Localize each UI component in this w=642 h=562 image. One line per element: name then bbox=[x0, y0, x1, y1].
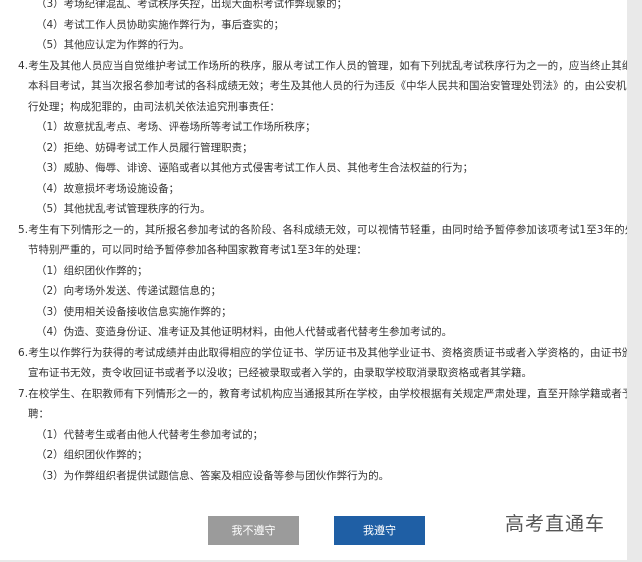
list-item: （5）其他扰乱考试管理秩序的行为。 bbox=[36, 203, 211, 215]
rule-paragraph-5-cont: 节特别严重的，可以同时给予暂停参加各种国家教育考试1至3年的处理： bbox=[28, 244, 367, 256]
agree-button[interactable]: 我遵守 bbox=[334, 516, 425, 545]
rule-paragraph-7-cont: 聘： bbox=[28, 408, 49, 420]
scrollbar[interactable] bbox=[627, 0, 642, 562]
list-item: （4）故意损坏考场设施设备； bbox=[36, 182, 180, 195]
list-item: （5）其他应认定为作弊的行为。 bbox=[36, 39, 190, 51]
rule-paragraph-6-cont: 宣布证书无效，责令收回证书或者予以没收；已经被录取或者入学的，由录取学校取消录取… bbox=[28, 367, 532, 379]
list-item: （1）故意扰乱考点、考场、评卷场所等考试工作场所秩序； bbox=[36, 121, 316, 133]
rule-paragraph-5: 5.考生有下列情形之一的，其所报名参加考试的各阶段、各科成绩无效，可以视情节轻重… bbox=[18, 223, 627, 236]
list-item: （3）使用相关设备接收信息实施作弊的； bbox=[36, 305, 232, 318]
disagree-button[interactable]: 我不遵守 bbox=[208, 516, 299, 545]
rule-paragraph-4: 4.考生及其他人员应当自觉维护考试工作场所的秩序，服从考试工作人员的管理，如有下… bbox=[18, 59, 627, 72]
rules-content: （3）考场纪律混乱、考试秩序失控，出现大面积考试作弊现象的； （4）考试工作人员… bbox=[0, 0, 627, 486]
list-item: （1）组织团伙作弊的； bbox=[36, 264, 148, 277]
rule-paragraph-4-cont: 本科目考试，其当次报名参加考试的各科成绩无效；考生及其他人员的行为违反《中华人民… bbox=[28, 80, 627, 92]
watermark-text: 高考直通车 bbox=[505, 513, 606, 535]
list-item: （3）威胁、侮辱、诽谤、诬陷或者以其他方式侵害考试工作人员、其他考生合法权益的行… bbox=[36, 162, 474, 174]
rules-panel: （3）考场纪律混乱、考试秩序失控，出现大面积考试作弊现象的； （4）考试工作人员… bbox=[0, 0, 627, 560]
rule-paragraph-4-cont: 行处理；构成犯罪的，由司法机关依法追究刑事责任： bbox=[28, 100, 280, 113]
list-item: （3）为作弊组织者提供试题信息、答案及相应设备等参与团伙作弊行为的。 bbox=[36, 469, 390, 482]
list-item: （3）考场纪律混乱、考试秩序失控，出现大面积考试作弊现象的； bbox=[36, 0, 348, 10]
list-item: （1）代替考生或者由他人代替考生参加考试的； bbox=[36, 428, 264, 441]
list-item: （4）考试工作人员协助实施作弊行为，事后查实的； bbox=[36, 18, 285, 31]
list-item: （4）伪造、变造身份证、准考证及其他证明材料，由他人代替或者代替考生参加考试的。 bbox=[36, 326, 453, 338]
list-item: （2）向考场外发送、传递试题信息的； bbox=[36, 285, 222, 297]
list-item: （2）组织团伙作弊的； bbox=[36, 449, 148, 461]
list-item: （2）拒绝、妨碍考试工作人员履行管理职责； bbox=[36, 141, 253, 154]
rule-paragraph-6: 6.考生以作弊行为获得的考试成绩并由此取得相应的学位证书、学历证书及其他学业证书… bbox=[18, 346, 627, 359]
rule-paragraph-7: 7.在校学生、在职教师有下列情形之一的，教育考试机构应当通报其所在学校，由学校根… bbox=[18, 387, 627, 400]
